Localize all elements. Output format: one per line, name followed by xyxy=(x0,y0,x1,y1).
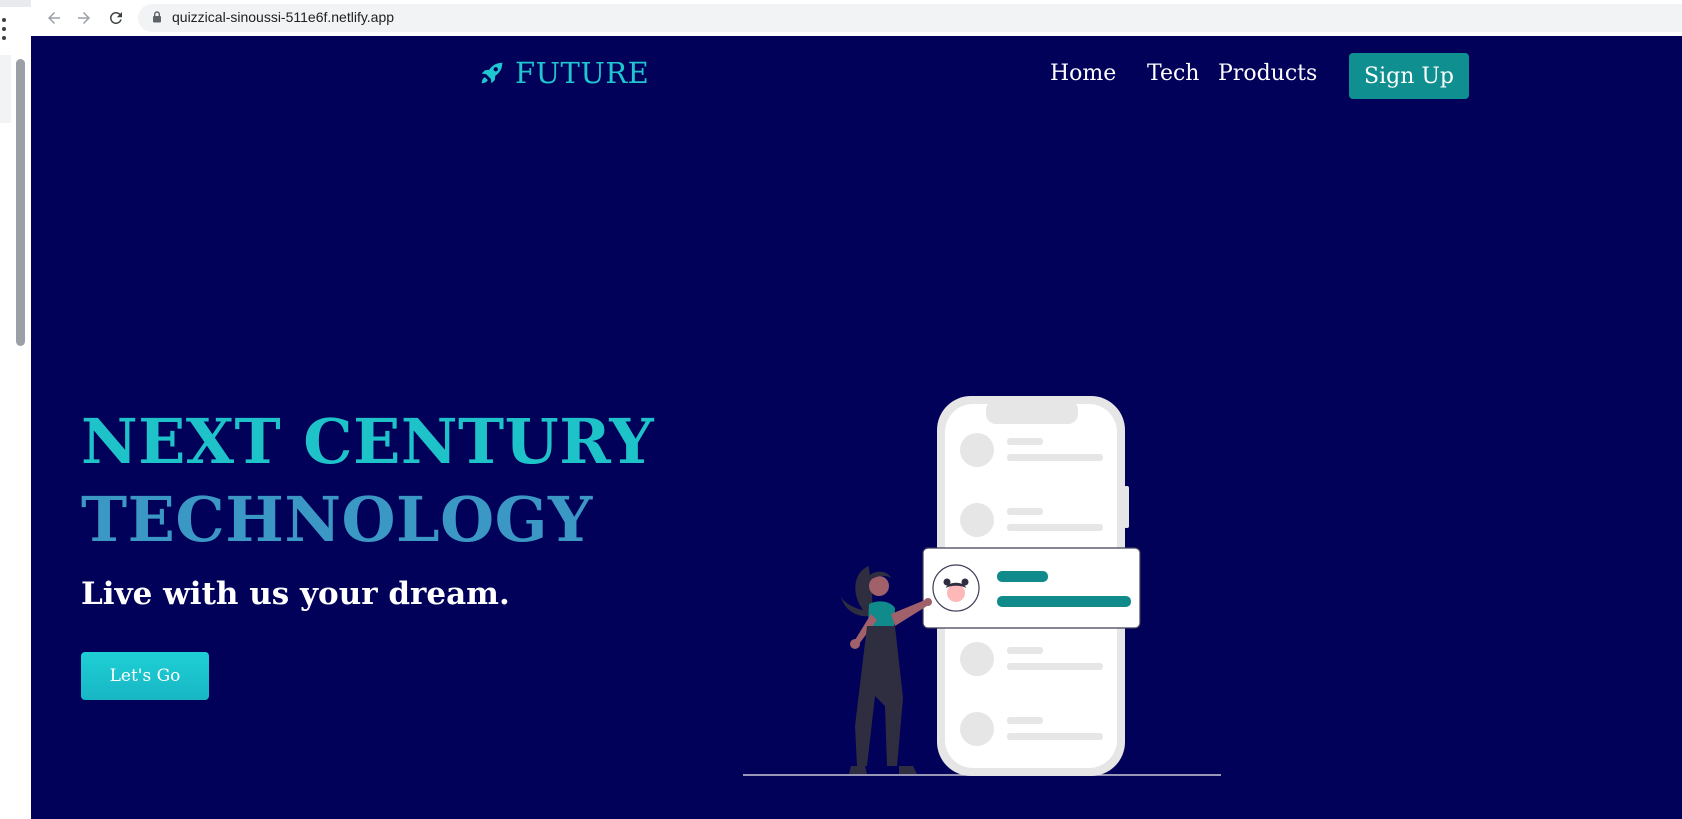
hero-title: NEXT CENTURY TECHNOLOGY xyxy=(81,403,701,559)
phone-notch xyxy=(986,400,1078,424)
forward-button[interactable] xyxy=(72,6,96,30)
more-menu-icon[interactable] xyxy=(0,18,8,40)
signup-button[interactable]: Sign Up xyxy=(1349,53,1469,99)
reload-button[interactable] xyxy=(104,6,128,30)
hero-illustration xyxy=(743,396,1221,776)
hero-title-line1: NEXT CENTURY xyxy=(81,405,655,478)
side-panel-top xyxy=(0,0,31,7)
reload-icon xyxy=(109,11,122,24)
browser-side-panel xyxy=(0,0,31,819)
phone-side-button xyxy=(1124,486,1129,528)
scrollbar[interactable] xyxy=(16,59,25,346)
lock-icon xyxy=(153,11,161,23)
woman-figure xyxy=(841,566,932,774)
landing-page: FUTURE Home Tech Products Sign Up NEXT C… xyxy=(31,36,1682,819)
hero-subtitle: Live with us your dream. xyxy=(81,576,510,612)
hero-title-line2: TECHNOLOGY xyxy=(81,483,593,556)
arrow-left-icon xyxy=(48,12,60,24)
nav-item-products[interactable]: Products xyxy=(1218,61,1317,86)
browser-toolbar: quizzical-sinoussi-511e6f.netlify.app xyxy=(0,0,1682,36)
card-line-short xyxy=(997,571,1048,582)
side-panel-tab xyxy=(0,55,11,123)
nav-item-tech[interactable]: Tech xyxy=(1147,61,1199,86)
card-line-long xyxy=(997,596,1131,607)
main-nav: Home Tech Products Sign Up xyxy=(31,53,1682,101)
lets-go-button[interactable]: Let's Go xyxy=(81,652,209,700)
url-text[interactable]: quizzical-sinoussi-511e6f.netlify.app xyxy=(172,9,394,25)
arrow-right-icon xyxy=(78,12,90,24)
back-button[interactable] xyxy=(42,6,66,30)
nav-item-home[interactable]: Home xyxy=(1050,61,1116,86)
